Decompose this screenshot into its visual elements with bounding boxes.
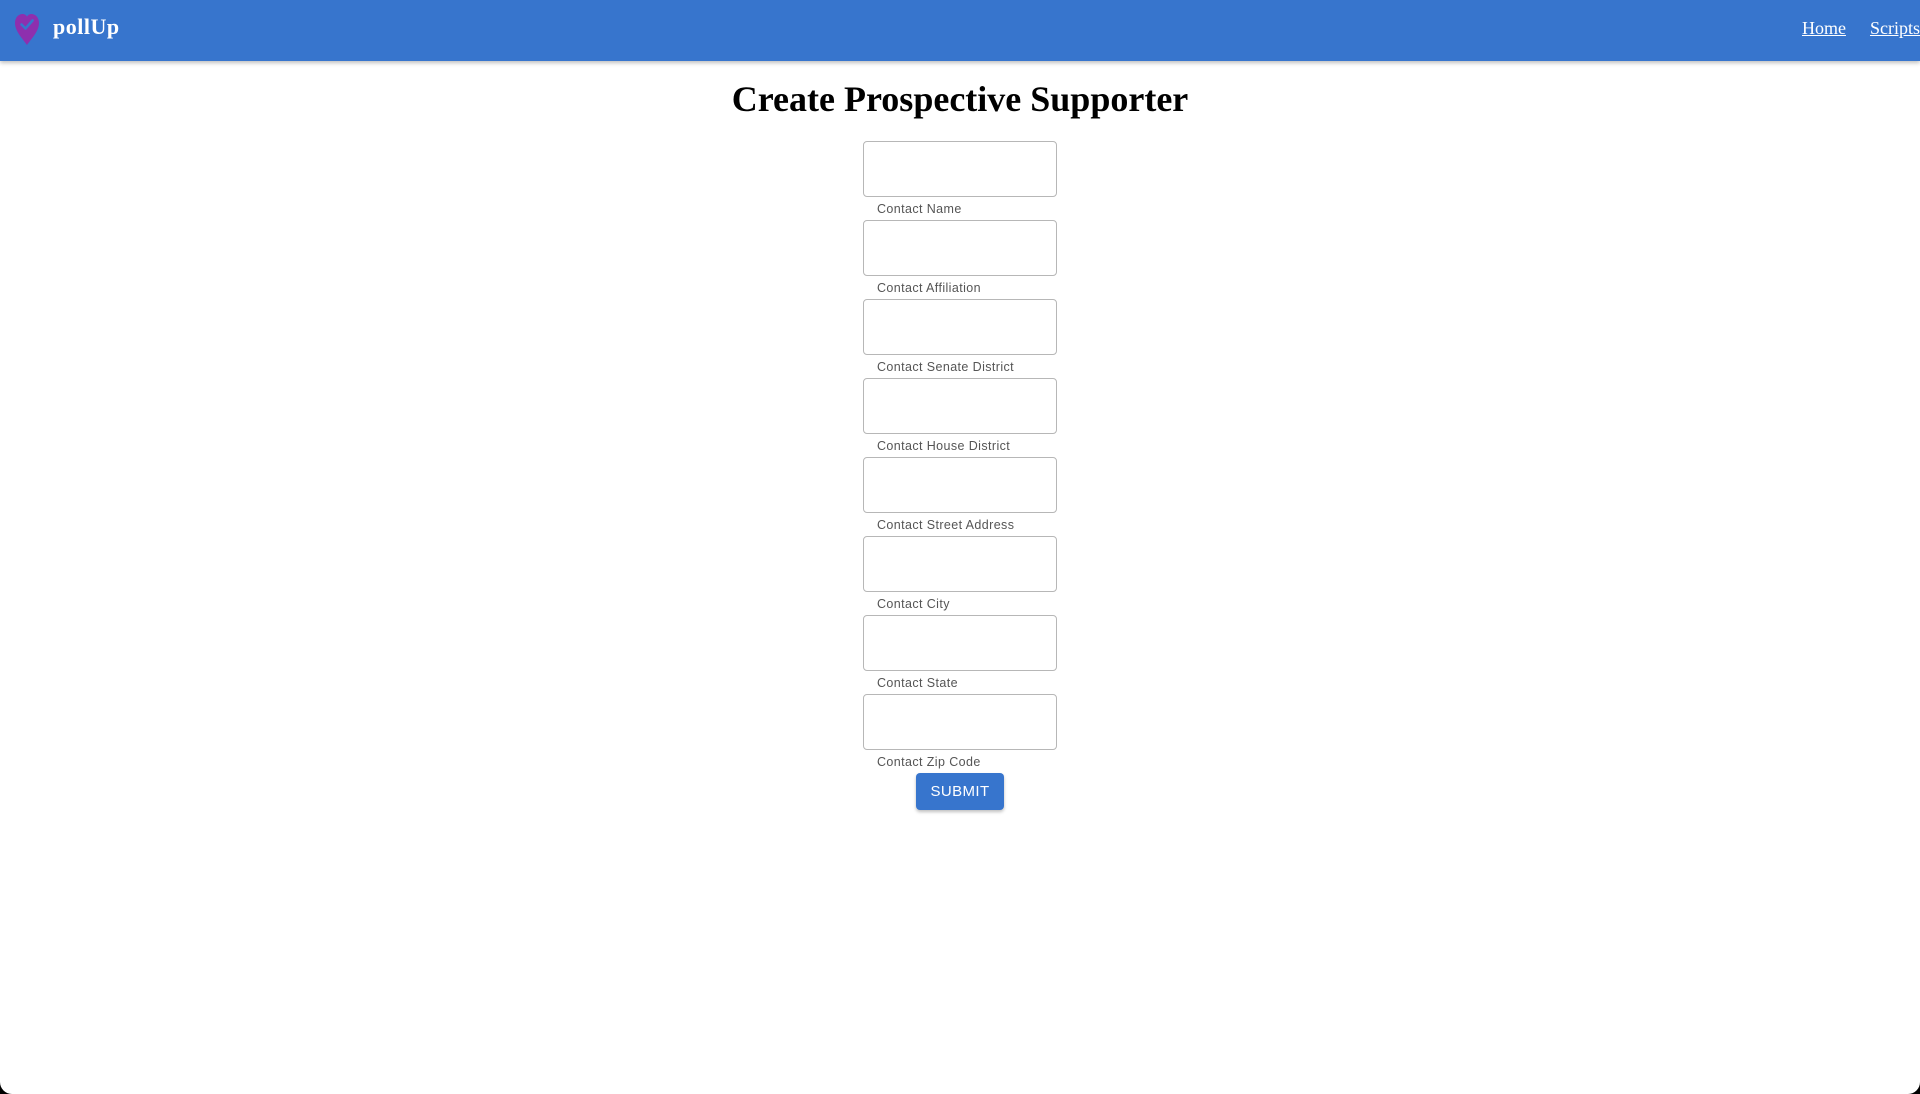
contact-name-field: Contact Name <box>863 141 1057 220</box>
contact-zip-code-field: Contact Zip Code <box>863 694 1057 773</box>
contact-zip-code-label: Contact Zip Code <box>877 755 981 769</box>
nav-link-home[interactable]: Home <box>1802 18 1846 39</box>
contact-state-label: Contact State <box>877 676 958 690</box>
contact-senate-district-input[interactable] <box>863 299 1057 355</box>
contact-affiliation-label: Contact Affiliation <box>877 281 981 295</box>
contact-state-field: Contact State <box>863 615 1057 694</box>
contact-city-field: Contact City <box>863 536 1057 615</box>
contact-affiliation-input[interactable] <box>863 220 1057 276</box>
contact-city-input[interactable] <box>863 536 1057 592</box>
contact-house-district-label: Contact House District <box>877 439 1011 453</box>
prospective-supporter-form: Contact Name Contact Affiliation Contact… <box>863 141 1057 773</box>
heart-checkmark-pin-icon[interactable] <box>14 12 40 46</box>
contact-name-input[interactable] <box>863 141 1057 197</box>
contact-senate-district-label: Contact Senate District <box>877 360 1015 374</box>
contact-zip-code-input[interactable] <box>863 694 1057 750</box>
contact-street-address-input[interactable] <box>863 457 1057 513</box>
nav-link-scripts[interactable]: Scripts <box>1870 18 1920 39</box>
contact-street-address-field: Contact Street Address <box>863 457 1057 536</box>
contact-senate-district-field: Contact Senate District <box>863 299 1057 378</box>
app-bar: pollUp Home Scripts <box>0 0 1920 61</box>
contact-street-address-label: Contact Street Address <box>877 518 1015 532</box>
contact-house-district-field: Contact House District <box>863 378 1057 457</box>
page-title: Create Prospective Supporter <box>731 79 1189 119</box>
brand-name[interactable]: pollUp <box>53 14 120 40</box>
top-nav: Home Scripts <box>1802 18 1920 39</box>
contact-name-label: Contact Name <box>877 202 962 216</box>
contact-house-district-input[interactable] <box>863 378 1057 434</box>
contact-affiliation-field: Contact Affiliation <box>863 220 1057 299</box>
page: pollUp Home Scripts Create Prospective S… <box>0 0 1920 1094</box>
submit-button[interactable]: SUBMIT <box>916 773 1004 810</box>
contact-state-input[interactable] <box>863 615 1057 671</box>
contact-city-label: Contact City <box>877 597 950 611</box>
